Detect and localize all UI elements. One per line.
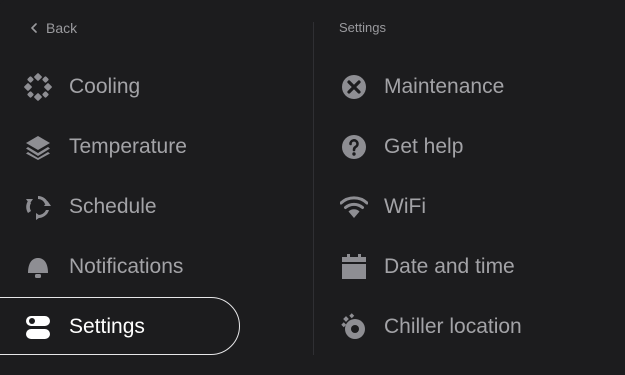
menu-item-label: Notifications xyxy=(69,255,184,278)
menu-item-schedule[interactable]: Schedule xyxy=(0,177,300,237)
menu-item-notifications[interactable]: Notifications xyxy=(0,237,300,297)
menu-item-label: Settings xyxy=(69,315,145,338)
primary-menu: Cooling Temperature Schedule Notificatio… xyxy=(0,57,300,357)
menu-item-label: Schedule xyxy=(69,195,157,218)
calendar-icon xyxy=(340,253,368,281)
menu-item-label: Chiller location xyxy=(384,315,522,338)
column-divider xyxy=(313,22,314,355)
menu-item-maintenance[interactable]: Maintenance xyxy=(326,57,625,117)
snowflake-icon xyxy=(24,73,52,101)
settings-screen: Back Settings Cooling Temperature Schedu… xyxy=(0,0,625,375)
menu-item-label: Date and time xyxy=(384,255,515,278)
menu-item-label: Maintenance xyxy=(384,75,505,98)
cycle-arrows-icon xyxy=(24,193,52,221)
menu-item-cooling[interactable]: Cooling xyxy=(0,57,300,117)
menu-item-settings[interactable]: Settings xyxy=(0,297,300,357)
bell-icon xyxy=(24,253,52,281)
menu-item-get-help[interactable]: Get help xyxy=(326,117,625,177)
menu-item-label: Cooling xyxy=(69,75,141,98)
layers-icon xyxy=(24,133,52,161)
menu-item-date-and-time[interactable]: Date and time xyxy=(326,237,625,297)
settings-menu: Maintenance Get help WiFi Date and time … xyxy=(326,57,625,357)
toggles-icon xyxy=(24,313,52,341)
chevron-left-icon xyxy=(30,23,38,33)
section-heading: Settings xyxy=(339,20,386,35)
menu-item-label: Get help xyxy=(384,135,464,158)
wifi-icon xyxy=(340,193,368,221)
menu-item-wifi[interactable]: WiFi xyxy=(326,177,625,237)
back-button[interactable]: Back xyxy=(30,20,77,36)
back-label: Back xyxy=(46,20,78,36)
help-circle-icon xyxy=(340,133,368,161)
menu-item-temperature[interactable]: Temperature xyxy=(0,117,300,177)
menu-item-label: WiFi xyxy=(384,195,426,218)
location-icon xyxy=(340,313,368,341)
wrench-cross-icon xyxy=(340,73,368,101)
menu-item-label: Temperature xyxy=(69,135,187,158)
menu-item-chiller-location[interactable]: Chiller location xyxy=(326,297,625,357)
